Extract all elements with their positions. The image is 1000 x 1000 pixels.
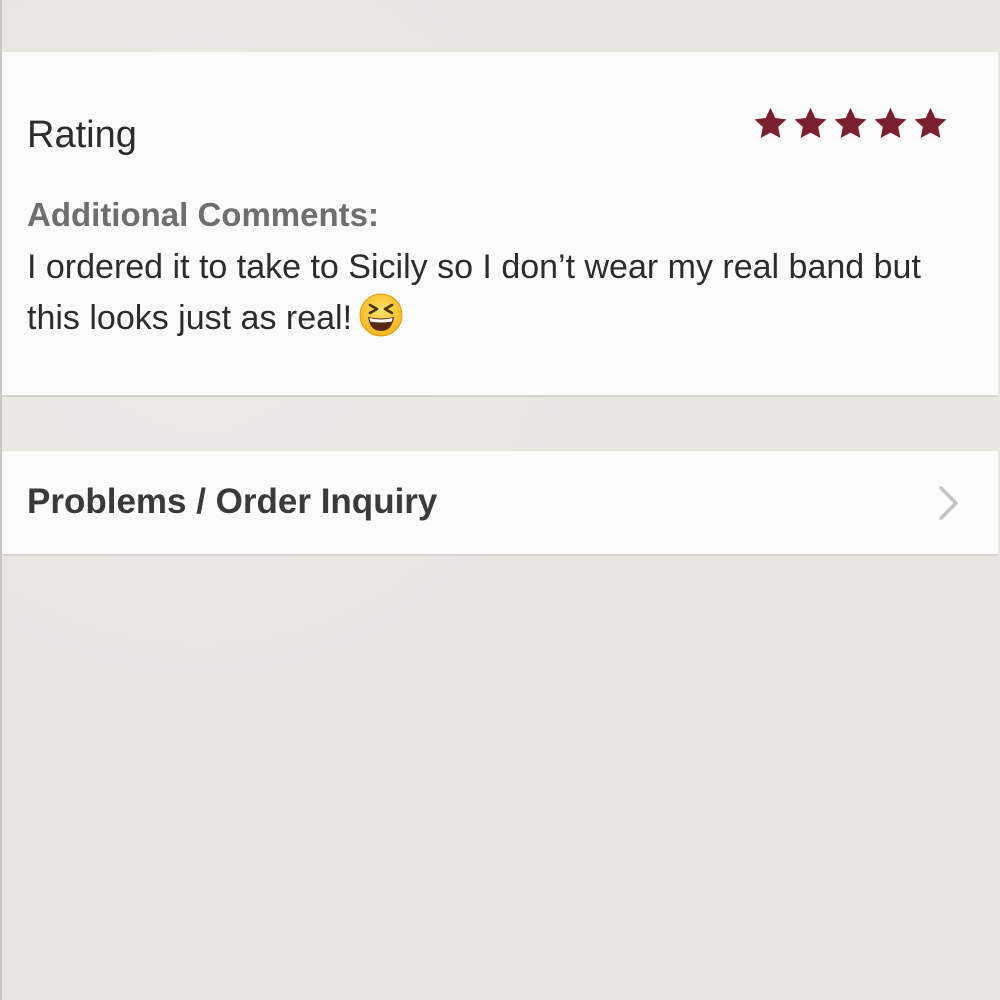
star-icon bbox=[872, 105, 909, 142]
rating-label: Rating bbox=[27, 114, 137, 156]
comments-heading: Additional Comments: bbox=[27, 196, 379, 233]
comment-body: I ordered it to take to Sicily so I don’… bbox=[27, 242, 967, 343]
star-rating bbox=[752, 105, 949, 142]
chevron-right-icon bbox=[934, 483, 964, 523]
star-icon bbox=[912, 105, 949, 142]
review-card: Rating Additional Comments: I ordered it… bbox=[2, 52, 998, 397]
star-icon bbox=[752, 105, 789, 142]
comment-text: I ordered it to take to Sicily so I don’… bbox=[27, 248, 921, 337]
order-inquiry-label: Problems / Order Inquiry bbox=[27, 482, 438, 521]
star-icon bbox=[832, 105, 869, 142]
star-icon bbox=[792, 105, 829, 142]
page-background: Rating Additional Comments: I ordered it… bbox=[0, 0, 1000, 1000]
order-inquiry-row[interactable]: Problems / Order Inquiry bbox=[2, 451, 998, 556]
grinning-squinting-face-emoji-icon bbox=[358, 292, 404, 338]
